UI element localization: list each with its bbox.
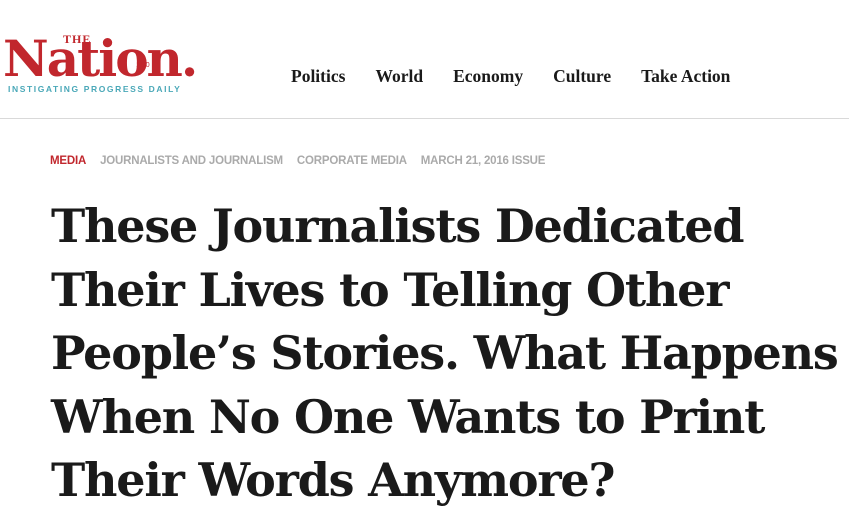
nav-item-take-action[interactable]: Take Action [641, 66, 730, 87]
nav-item-economy[interactable]: Economy [453, 66, 523, 87]
site-logo[interactable]: THE Nation. 150 INSTIGATING PROGRESS DAI… [3, 28, 218, 98]
site-header: THE Nation. 150 INSTIGATING PROGRESS DAI… [0, 0, 849, 119]
nav-item-culture[interactable]: Culture [553, 66, 611, 87]
article-tags: MEDIA JOURNALISTS AND JOURNALISM CORPORA… [50, 155, 545, 167]
logo-anniversary-badge: 150 [136, 62, 151, 69]
tag-media[interactable]: MEDIA [50, 155, 86, 167]
nav-item-politics[interactable]: Politics [291, 66, 345, 87]
tag-corporate-media[interactable]: CORPORATE MEDIA [297, 155, 407, 167]
logo-wordmark: Nation. [3, 29, 198, 88]
tag-issue-date[interactable]: MARCH 21, 2016 ISSUE [421, 155, 546, 167]
logo-tagline: INSTIGATING PROGRESS DAILY [8, 84, 182, 94]
tag-journalists-and-journalism[interactable]: JOURNALISTS AND JOURNALISM [100, 155, 283, 167]
nav-item-world[interactable]: World [375, 66, 423, 87]
article-headline: These Journalists Dedicated Their Lives … [51, 199, 839, 507]
main-nav: Politics World Economy Culture Take Acti… [291, 66, 760, 87]
